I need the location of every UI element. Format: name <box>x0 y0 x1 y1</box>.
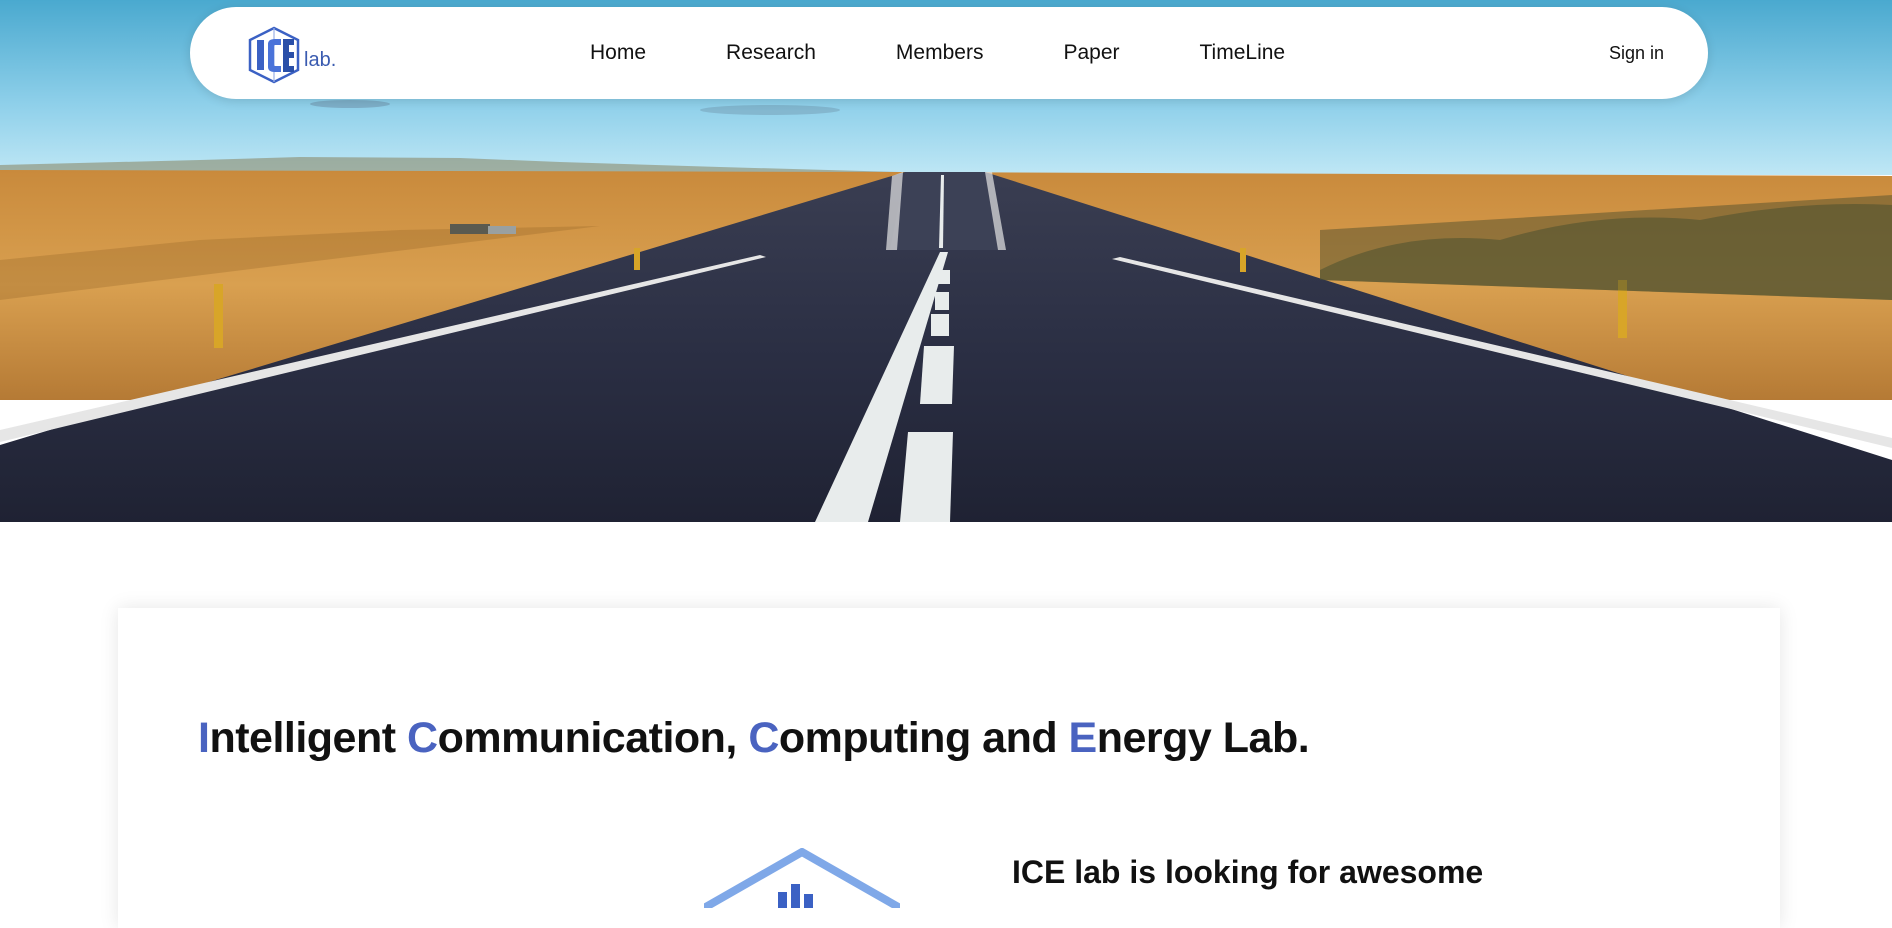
recruit-heading: ICE lab is looking for awesome <box>1012 854 1484 890</box>
lab-emblem-icon <box>704 848 900 908</box>
title-part-1: ntelligent <box>209 714 408 762</box>
logo-text: lab. <box>304 48 337 71</box>
nav-home[interactable]: Home <box>590 41 646 65</box>
ice-logo-icon <box>248 26 300 84</box>
nav-members[interactable]: Members <box>896 41 984 65</box>
top-navbar: lab. Home Research Members Paper TimeLin… <box>190 7 1708 99</box>
title-initial-c1: C <box>407 714 438 762</box>
nav-timeline[interactable]: TimeLine <box>1200 41 1286 65</box>
title-part-3: omputing and <box>778 714 1069 762</box>
title-initial-i: I <box>198 714 210 762</box>
title-initial-c2: C <box>748 714 779 762</box>
lab-title: Intelligent Communication, Computing and… <box>198 714 1310 763</box>
title-initial-e: E <box>1068 714 1098 762</box>
title-part-4: nergy Lab. <box>1096 714 1310 762</box>
home-logo-link[interactable]: lab. <box>248 25 338 85</box>
nav-research[interactable]: Research <box>726 41 816 65</box>
intro-card: Intelligent Communication, Computing and… <box>118 608 1780 928</box>
main-nav: Home Research Members Paper TimeLine <box>590 7 1285 99</box>
sign-in-link[interactable]: Sign in <box>1609 7 1664 99</box>
nav-paper[interactable]: Paper <box>1063 41 1119 65</box>
title-part-2: ommunication, <box>437 714 749 762</box>
